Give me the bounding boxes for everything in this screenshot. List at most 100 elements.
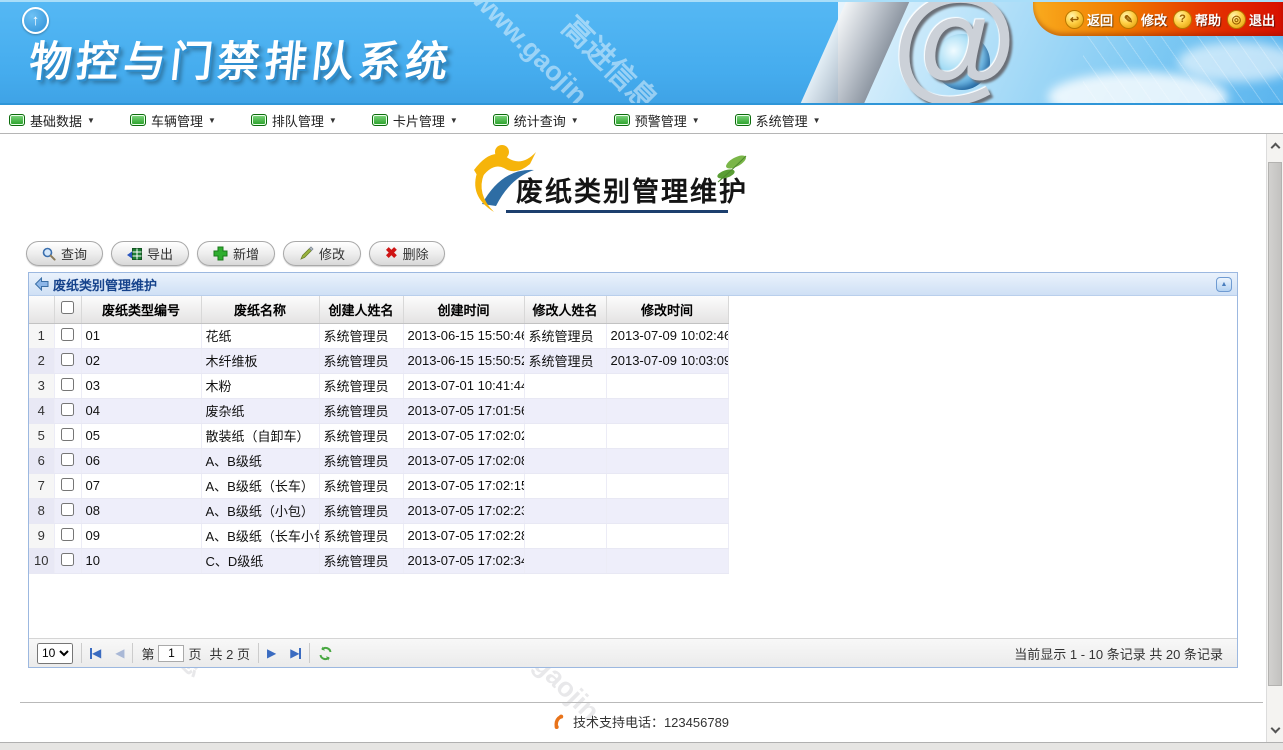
- cell-code: 10: [81, 548, 201, 573]
- column-header-creator[interactable]: 创建人姓名: [319, 296, 403, 323]
- collapse-panel-button[interactable]: ▲: [1216, 277, 1232, 292]
- plus-icon: [213, 246, 228, 261]
- table-row[interactable]: 909A、B级纸（长车小包）系统管理员2013-07-05 17:02:28: [29, 523, 728, 548]
- pencil-icon: [299, 246, 314, 261]
- chevron-down-icon: ▼: [329, 116, 337, 125]
- modify-button[interactable]: ✎ 修改: [1119, 10, 1167, 29]
- vertical-scrollbar[interactable]: [1266, 134, 1283, 742]
- cell-rownum: 5: [29, 423, 54, 448]
- table-row[interactable]: 202木纤维板系统管理员2013-06-15 15:50:52系统管理员2013…: [29, 348, 728, 373]
- row-checkbox[interactable]: [61, 453, 74, 466]
- help-button[interactable]: ? 帮助: [1173, 10, 1221, 29]
- cell-checkbox: [54, 523, 81, 548]
- column-header-modified[interactable]: 修改时间: [606, 296, 728, 323]
- row-checkbox[interactable]: [61, 378, 74, 391]
- add-button[interactable]: 新增: [197, 241, 275, 266]
- row-checkbox[interactable]: [61, 428, 74, 441]
- prev-page-button[interactable]: ◀: [115, 646, 124, 660]
- cell-created: 2013-07-01 10:41:44: [403, 373, 524, 398]
- table-row[interactable]: 606A、B级纸系统管理员2013-07-05 17:02:08: [29, 448, 728, 473]
- cell-rownum: 2: [29, 348, 54, 373]
- cell-modified: [606, 498, 728, 523]
- column-header-name[interactable]: 废纸名称: [201, 296, 319, 323]
- menu-system-mgmt[interactable]: 系统管理 ▼: [735, 111, 821, 130]
- cell-code: 03: [81, 373, 201, 398]
- menu-card-mgmt[interactable]: 卡片管理 ▼: [372, 111, 458, 130]
- menu-basic-data[interactable]: 基础数据 ▼: [9, 111, 95, 130]
- menu-label: 卡片管理: [393, 111, 445, 130]
- column-header-created[interactable]: 创建时间: [403, 296, 524, 323]
- edit-button-label: 修改: [319, 244, 345, 263]
- row-checkbox[interactable]: [61, 553, 74, 566]
- chevron-down-icon: ▼: [450, 116, 458, 125]
- edit-button[interactable]: 修改: [283, 241, 361, 266]
- watermark: www.gaojin: [466, 0, 593, 105]
- select-all-checkbox[interactable]: [61, 301, 74, 314]
- question-icon: ?: [1173, 10, 1192, 29]
- page-size-select[interactable]: 10: [37, 643, 73, 664]
- menu-icon: [130, 114, 146, 126]
- chevron-down-icon: ▼: [208, 116, 216, 125]
- export-button[interactable]: 导出: [111, 241, 189, 266]
- row-checkbox[interactable]: [61, 403, 74, 416]
- column-header-code[interactable]: 废纸类型编号: [81, 296, 201, 323]
- cell-modifier: [524, 373, 606, 398]
- scrollbar-thumb[interactable]: [1268, 162, 1282, 686]
- table-row[interactable]: 404废杂纸系统管理员2013-07-05 17:01:56: [29, 398, 728, 423]
- table-row[interactable]: 101花纸系统管理员2013-06-15 15:50:46系统管理员2013-0…: [29, 323, 728, 348]
- table-row[interactable]: 303木粉系统管理员2013-07-01 10:41:44: [29, 373, 728, 398]
- cell-creator: 系统管理员: [319, 423, 403, 448]
- current-page-input[interactable]: [158, 645, 184, 662]
- chevron-down-icon: ▼: [571, 116, 579, 125]
- query-button[interactable]: 查询: [26, 241, 103, 266]
- cell-code: 01: [81, 323, 201, 348]
- row-checkbox[interactable]: [61, 328, 74, 341]
- cell-created: 2013-06-15 15:50:52: [403, 348, 524, 373]
- cell-checkbox: [54, 548, 81, 573]
- separator: [258, 643, 259, 663]
- row-checkbox[interactable]: [61, 503, 74, 516]
- cell-creator: 系统管理员: [319, 398, 403, 423]
- last-page-button[interactable]: ▶: [290, 646, 301, 660]
- cell-created: 2013-06-15 15:50:46: [403, 323, 524, 348]
- cell-rownum: 8: [29, 498, 54, 523]
- menu-icon: [614, 114, 630, 126]
- table-row[interactable]: 707A、B级纸（长车）系统管理员2013-07-05 17:02:15: [29, 473, 728, 498]
- main-menu-bar: 基础数据 ▼ 车辆管理 ▼ 排队管理 ▼ 卡片管理 ▼ 统计查询 ▼ 预警管理 …: [0, 107, 1283, 134]
- table-row[interactable]: 505散装纸（自卸车）系统管理员2013-07-05 17:02:02: [29, 423, 728, 448]
- next-page-button[interactable]: ▶: [267, 646, 276, 660]
- delete-button[interactable]: ✖ 删除: [369, 241, 445, 266]
- cell-created: 2013-07-05 17:02:02: [403, 423, 524, 448]
- table-header: 废纸类型编号 废纸名称 创建人姓名 创建时间 修改人姓名 修改时间: [29, 296, 728, 323]
- refresh-button[interactable]: [318, 646, 333, 661]
- menu-stats-query[interactable]: 统计查询 ▼: [493, 111, 579, 130]
- separator: [81, 643, 82, 663]
- menu-label: 车辆管理: [151, 111, 203, 130]
- row-checkbox[interactable]: [61, 478, 74, 491]
- pagination-bar: 10 ◀ ◀ 第 页 共 2 页 ▶ ▶ 当前显示 1 - 10 条记录 共 2…: [29, 638, 1237, 667]
- footer-divider: [20, 702, 1263, 703]
- menu-warning-mgmt[interactable]: 预警管理 ▼: [614, 111, 700, 130]
- row-checkbox[interactable]: [61, 528, 74, 541]
- cell-rownum: 9: [29, 523, 54, 548]
- cell-rownum: 10: [29, 548, 54, 573]
- scroll-down-icon[interactable]: [1271, 724, 1281, 734]
- back-button[interactable]: ↩ 返回: [1065, 10, 1113, 29]
- table-row[interactable]: 808A、B级纸（小包）系统管理员2013-07-05 17:02:23: [29, 498, 728, 523]
- title-underline: [506, 210, 728, 213]
- row-checkbox[interactable]: [61, 353, 74, 366]
- menu-vehicle-mgmt[interactable]: 车辆管理 ▼: [130, 111, 216, 130]
- column-header-modifier[interactable]: 修改人姓名: [524, 296, 606, 323]
- menu-icon: [735, 114, 751, 126]
- data-table: 废纸类型编号 废纸名称 创建人姓名 创建时间 修改人姓名 修改时间 101花纸系…: [29, 296, 729, 574]
- cell-modified: [606, 423, 728, 448]
- page-suffix-label: 页: [188, 644, 201, 663]
- table-row[interactable]: 1010C、D级纸系统管理员2013-07-05 17:02:34: [29, 548, 728, 573]
- cell-name: 木粉: [201, 373, 319, 398]
- menu-queue-mgmt[interactable]: 排队管理 ▼: [251, 111, 337, 130]
- back-arrow-icon: ↩: [1065, 10, 1084, 29]
- first-page-button[interactable]: ◀: [90, 646, 101, 660]
- cell-modified: [606, 523, 728, 548]
- logout-button[interactable]: ◎ 退出: [1227, 10, 1275, 29]
- scroll-up-icon[interactable]: [1271, 143, 1281, 153]
